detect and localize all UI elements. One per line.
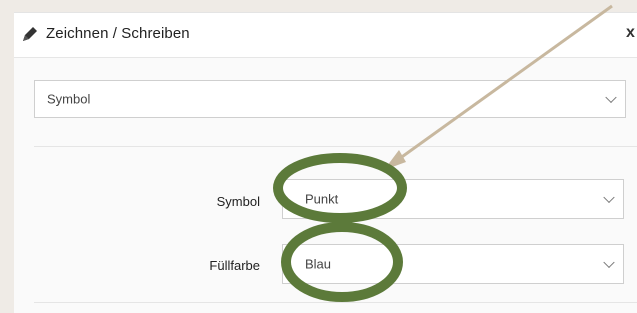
pencil-icon bbox=[23, 27, 37, 41]
divider bbox=[34, 146, 637, 147]
chevron-down-icon bbox=[603, 191, 615, 204]
symbol-select[interactable]: Punkt bbox=[282, 179, 624, 219]
dialog-title: Zeichnen / Schreiben bbox=[46, 25, 190, 42]
fill-color-select-value: Blau bbox=[305, 256, 332, 272]
mode-select[interactable]: Symbol bbox=[34, 80, 626, 118]
symbol-select-value: Punkt bbox=[305, 191, 339, 207]
close-button[interactable]: x bbox=[626, 24, 635, 42]
mode-select-value: Symbol bbox=[47, 91, 91, 107]
drawing-dialog: Zeichnen / Schreiben x Symbol Symbol Pun… bbox=[14, 12, 637, 313]
chevron-down-icon bbox=[605, 91, 617, 104]
dialog-body: Symbol Symbol Punkt Füllfarbe Blau bbox=[14, 57, 637, 313]
dialog-header: Zeichnen / Schreiben x bbox=[14, 13, 637, 57]
chevron-down-icon bbox=[603, 256, 615, 269]
symbol-label: Symbol bbox=[216, 194, 260, 209]
fill-color-label: Füllfarbe bbox=[209, 258, 260, 273]
fill-color-select[interactable]: Blau bbox=[282, 244, 624, 284]
